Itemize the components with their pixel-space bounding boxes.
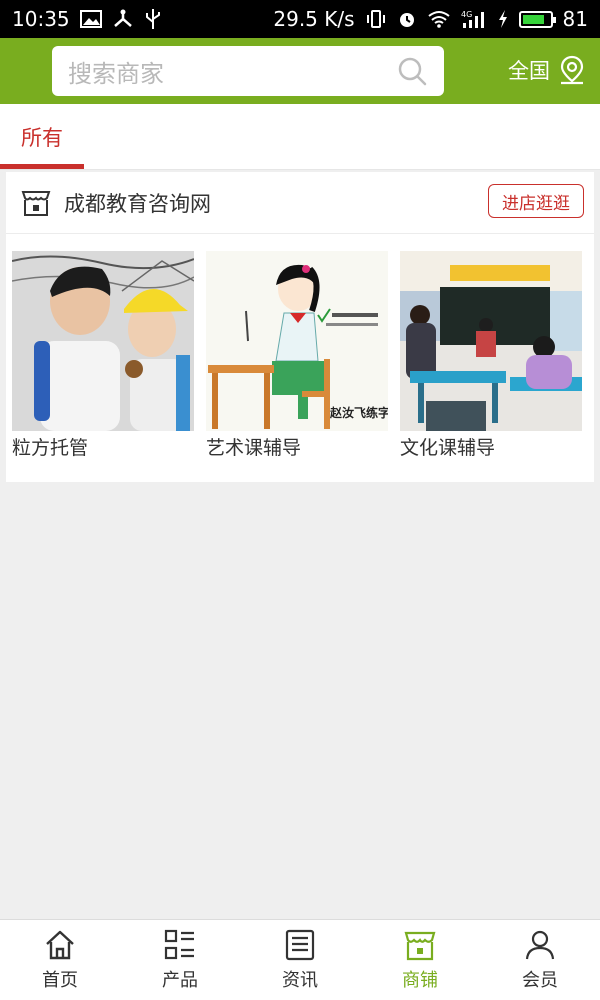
tab-label: 所有	[21, 126, 63, 150]
search-input[interactable]: 搜索商家	[52, 46, 444, 96]
home-icon	[46, 930, 74, 960]
shop-name[interactable]: 成都教育咨询网	[64, 188, 211, 218]
vibrate-icon	[365, 9, 387, 29]
battery-icon	[518, 10, 556, 28]
product-name[interactable]: 粒方托管	[12, 437, 194, 459]
nav-label: 资讯	[282, 970, 318, 991]
enter-shop-button[interactable]: 进店逛逛	[488, 184, 584, 218]
image-notification-icon	[79, 10, 102, 28]
nav-label: 商铺	[402, 970, 438, 991]
signal-icon: 4G	[461, 9, 487, 29]
grid-list-icon	[164, 929, 194, 960]
search-placeholder: 搜索商家	[68, 59, 164, 88]
network-type-label: 4G	[461, 10, 472, 19]
product-list: 粒方托管 赵汝飞练字 艺术课辅导 文化课辅导	[6, 234, 594, 482]
location-pin-icon	[560, 55, 584, 85]
nav-label: 产品	[162, 970, 198, 991]
region-selector[interactable]: 全国	[508, 52, 586, 88]
charging-icon	[497, 9, 509, 29]
shop-header: 成都教育咨询网 进店逛逛	[6, 172, 594, 234]
store-icon	[404, 931, 436, 961]
shop-card: 成都教育咨询网 进店逛逛 粒方托管 赵汝飞练字 艺术课辅导 文化课辅导	[6, 172, 594, 482]
header-bar: 搜索商家 全国	[0, 38, 600, 104]
nav-member[interactable]: 会员	[480, 920, 600, 1000]
wifi-icon	[427, 10, 451, 28]
category-tabs: 所有	[0, 104, 600, 170]
news-icon	[285, 929, 315, 961]
nav-products[interactable]: 产品	[120, 920, 240, 1000]
battery-percent: 81	[562, 7, 588, 31]
nav-home[interactable]: 首页	[0, 920, 120, 1000]
product-image-writing[interactable]: 赵汝飞练字	[206, 251, 388, 431]
image-caption: 赵汝飞练字	[329, 405, 388, 420]
product-image-children[interactable]	[12, 251, 194, 431]
network-speed: 29.5 K/s	[273, 7, 355, 31]
product-name[interactable]: 艺术课辅导	[206, 437, 388, 459]
product-image-classroom[interactable]	[400, 251, 582, 431]
alarm-icon	[397, 9, 417, 29]
product-item[interactable]: 文化课辅导	[400, 251, 582, 459]
bottom-navigation: 首页 产品 资讯 商铺 会员	[0, 919, 600, 1000]
clock: 10:35	[12, 7, 70, 31]
nav-stores[interactable]: 商铺	[360, 920, 480, 1000]
search-icon[interactable]	[396, 55, 428, 87]
product-item[interactable]: 赵汝飞练字 艺术课辅导	[206, 251, 388, 459]
tab-all[interactable]: 所有	[0, 104, 84, 170]
product-name[interactable]: 文化课辅导	[400, 437, 582, 459]
nav-label: 会员	[522, 970, 558, 991]
nav-news[interactable]: 资讯	[240, 920, 360, 1000]
active-tab-indicator	[0, 164, 84, 169]
region-label: 全国	[508, 59, 550, 83]
status-bar: 10:35 29.5 K/s 4G 81	[0, 0, 600, 38]
nav-label: 首页	[42, 970, 78, 991]
product-item[interactable]: 粒方托管	[12, 251, 194, 459]
usb-icon	[144, 8, 162, 30]
store-icon	[21, 191, 51, 216]
share-icon	[112, 9, 134, 29]
user-icon	[525, 930, 555, 960]
